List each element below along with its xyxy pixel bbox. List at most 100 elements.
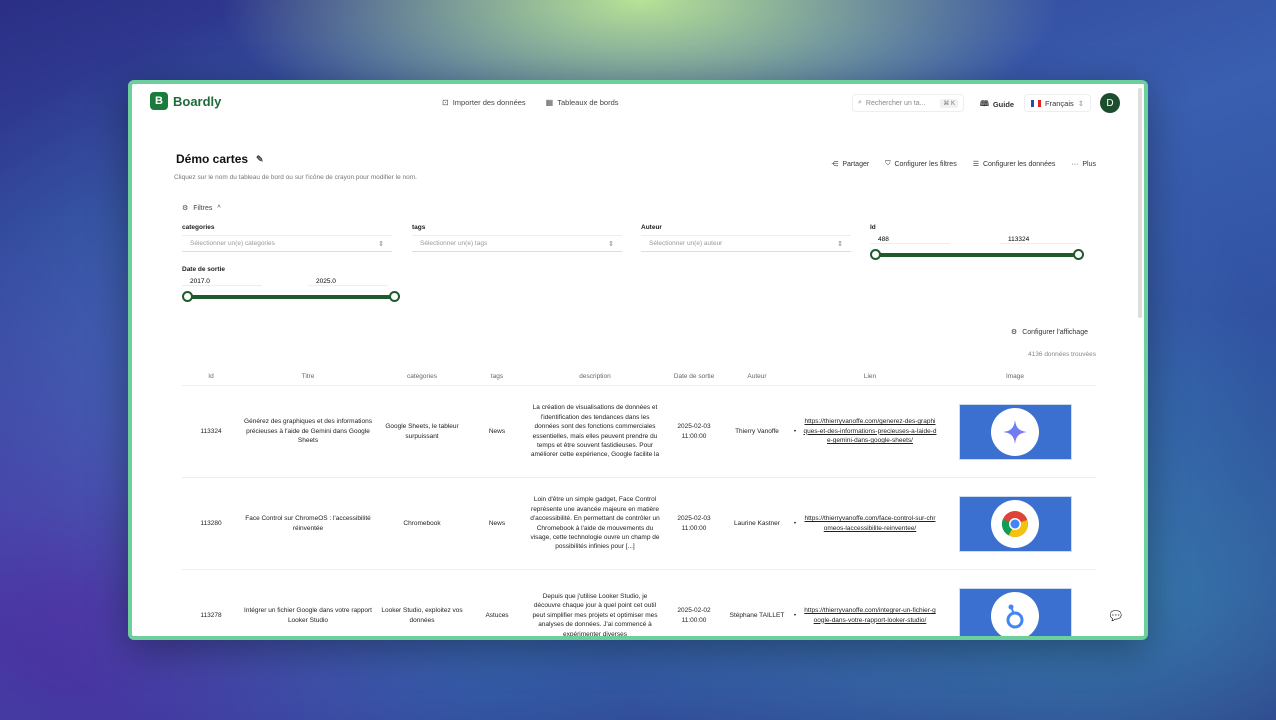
search-placeholder: Rechercher un ta... [865,99,926,107]
id-range-track [874,253,1080,257]
tags-select[interactable]: Sélectionner un(e) tags ⇕ [412,235,622,252]
filter-categories: categories Sélectionner un(e) categories… [182,224,392,252]
table-row[interactable]: 113278 Intégrer un fichier Google dans v… [182,570,1096,638]
cell-title: Générez des graphiques et des informatio… [244,418,372,445]
app-window: B Boardly ⊡ Importer des données ▦ Table… [128,80,1148,640]
author-select[interactable]: Sélectionner un(e) auteur ⇕ [641,235,851,252]
filter-author: Auteur Sélectionner un(e) auteur ⇕ [641,224,851,252]
article-thumbnail[interactable] [958,495,1072,552]
article-link[interactable]: https://thierryvanoffe.com/face-control-… [804,515,935,531]
top-bar: B Boardly ⊡ Importer des données ▦ Table… [132,84,1144,122]
cell-tags: News [488,519,506,527]
cell-title: Face Control sur ChromeOS : l'accessibil… [245,515,371,532]
id-max-input[interactable]: 113324 [1000,236,1080,244]
table-row[interactable]: 113324 Générez des graphiques et des inf… [182,386,1096,478]
cell-link: https://thierryvanoffe.com/face-control-… [800,514,940,533]
date-min-input[interactable]: 2017.0 [182,278,262,286]
cell-image [940,587,1090,636]
chevron-updown-icon: ⇕ [608,240,614,248]
chat-button[interactable]: 💬 [1110,611,1122,622]
search-input[interactable]: ⌕ Rechercher un ta... ⌘ K [852,94,964,112]
date-max-input[interactable]: 2025.0 [308,278,388,286]
nav-dashboards[interactable]: ▦ Tableaux de bords [546,98,619,107]
cell-description: Depuis que j'utilise Looker Studio, je d… [532,592,658,638]
header-author[interactable]: Auteur [724,372,790,381]
article-link[interactable]: https://thierryvanoffe.com/integrer-un-f… [804,607,935,623]
header-categories[interactable]: categories [376,372,468,381]
share-icon: ⋲ [831,161,839,168]
nav-import-data[interactable]: ⊡ Importer des données [442,98,526,107]
header-image[interactable]: Image [940,372,1090,381]
filters-toggle[interactable]: ⚙ Filtres ^ [182,204,221,213]
cell-title: Intégrer un fichier Google dans votre ra… [244,607,372,624]
page-title[interactable]: Démo cartes [176,152,248,166]
table-header: Id Titre categories tags description Dat… [182,368,1096,386]
data-table: Id Titre categories tags description Dat… [182,368,1096,638]
pencil-icon[interactable]: ✎ [256,154,264,165]
scrollbar[interactable] [1138,88,1142,318]
language-select[interactable]: Français ⇕ [1024,94,1092,112]
share-label: Partager [842,160,870,168]
guide-button[interactable]: 🕮 Guide [980,98,1014,111]
filter-categories-label: categories [182,224,215,231]
header-title[interactable]: Titre [240,372,376,381]
id-min-handle[interactable] [870,249,881,260]
cell-categories: Chromebook [403,519,441,527]
filter-icon: ⛉ [885,160,891,167]
cell-author: Thierry Vanoffe [735,427,779,435]
filter-date-label: Date de sortie [182,266,225,273]
title-area: Démo cartes ✎ [176,152,264,166]
categories-select[interactable]: Sélectionner un(e) categories ⇕ [182,235,392,252]
avatar[interactable]: D [1100,93,1120,113]
more-button[interactable]: ··· Plus [1071,160,1096,168]
table-row[interactable]: 113280 Face Control sur ChromeOS : l'acc… [182,478,1096,570]
cell-date-time: 11:00:00 [681,616,707,624]
brand[interactable]: B Boardly [150,92,221,110]
cell-date-time: 11:00:00 [681,524,707,532]
article-thumbnail[interactable] [958,403,1072,460]
book-icon: 🕮 [980,99,989,108]
cell-id: 113278 [200,611,222,619]
cell-date-day: 2025-02-03 [677,515,711,523]
chevron-updown-icon: ⇕ [837,240,843,248]
configure-filters-button[interactable]: ⛉ Configurer les filtres [885,160,957,168]
french-flag-icon [1031,99,1041,107]
header-link[interactable]: Lien [800,372,940,381]
configure-display-button[interactable]: ⚙ Configurer l'affichage [1011,328,1088,337]
sliders-icon: ☰ [972,161,979,168]
header-description[interactable]: description [526,372,664,381]
more-label: Plus [1082,160,1096,168]
categories-placeholder: Sélectionner un(e) categories [190,240,275,247]
cell-image [940,403,1090,460]
configure-data-button[interactable]: ☰ Configurer les données [972,160,1056,169]
share-button[interactable]: ⋲ Partager [831,160,870,169]
app-root: B Boardly ⊡ Importer des données ▦ Table… [132,84,1144,636]
main-nav: ⊡ Importer des données ▦ Tableaux de bor… [442,98,619,107]
search-icon: ⌕ [858,99,862,106]
cell-categories: Looker Studio, exploitez vos données [381,607,463,624]
filter-id: Id 488 113324 [870,224,1090,264]
import-icon: ⊡ [442,98,449,107]
search-shortcut: ⌘ K [940,98,958,108]
header-date[interactable]: Date de sortie [664,372,724,381]
article-thumbnail[interactable] [958,587,1072,636]
filter-id-label: Id [870,224,876,231]
cell-link: https://thierryvanoffe.com/generez-des-g… [800,417,940,445]
cell-date-day: 2025-02-02 [677,607,711,615]
header-id[interactable]: Id [182,372,240,381]
page-subtitle: Cliquez sur le nom du tableau de bord ou… [174,174,417,181]
brand-name: Boardly [173,93,222,109]
chrome-icon [991,499,1039,548]
cell-author: Laurine Kastner [734,519,780,527]
article-link[interactable]: https://thierryvanoffe.com/generez-des-g… [804,418,937,444]
more-icon: ··· [1071,160,1079,168]
nav-dashboards-label: Tableaux de bords [557,98,619,107]
cell-description: Loin d'être un simple gadget, Face Contr… [530,496,660,551]
id-max-handle[interactable] [1073,249,1084,260]
header-tags[interactable]: tags [468,372,526,381]
filter-author-label: Auteur [641,224,662,231]
id-min-input[interactable]: 488 [870,236,950,244]
date-max-handle[interactable] [389,291,400,302]
date-min-handle[interactable] [182,291,193,302]
results-count: 4136 données trouvées [1028,351,1096,358]
